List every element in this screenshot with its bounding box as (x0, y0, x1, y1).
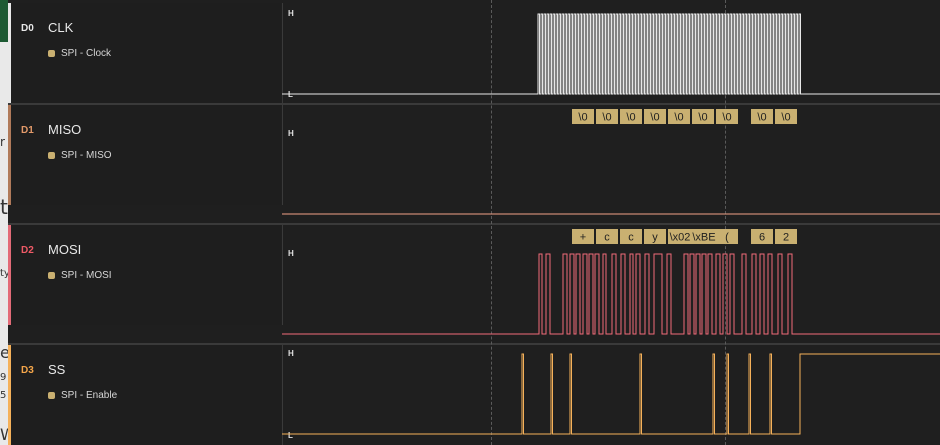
miso-byte-text: \0 (602, 112, 611, 124)
mosi-annotations: + c c y \x02 \xBE (6 2 (572, 229, 797, 244)
mosi-byte-text: y (652, 232, 658, 244)
mosi-byte-text: \x02 (670, 232, 691, 244)
clk-waveform (282, 13, 940, 95)
mosi-byte-text: c (604, 232, 610, 244)
mosi-waveform (282, 253, 940, 335)
miso-byte-text: \0 (578, 112, 587, 124)
mosi-byte-text: 2 (783, 232, 789, 244)
waveform-overlay: \0 \0 \0 \0 \0 \0 \0 \0 \0 + c c y \x02 \xBE (6 2 (282, 13, 940, 435)
mosi-byte-text: 6 (759, 232, 765, 244)
clk-trace (282, 13, 940, 95)
mosi-byte-text: \xBE (692, 232, 715, 244)
miso-byte-text: \0 (722, 112, 731, 124)
miso-byte-text: \0 (650, 112, 659, 124)
miso-byte-text: \0 (757, 112, 766, 124)
miso-byte-text: \0 (781, 112, 790, 124)
mosi-trace (282, 253, 940, 335)
miso-annotations: \0 \0 \0 \0 \0 \0 \0 \0 \0 (572, 109, 797, 124)
mosi-byte-text: + (580, 232, 586, 244)
miso-byte-text: \0 (674, 112, 683, 124)
ss-trace (282, 353, 940, 435)
mosi-byte-text: ( (725, 232, 729, 244)
miso-byte-text: \0 (698, 112, 707, 124)
ss-waveform (282, 353, 940, 435)
miso-byte-text: \0 (626, 112, 635, 124)
mosi-byte-text: c (628, 232, 634, 244)
